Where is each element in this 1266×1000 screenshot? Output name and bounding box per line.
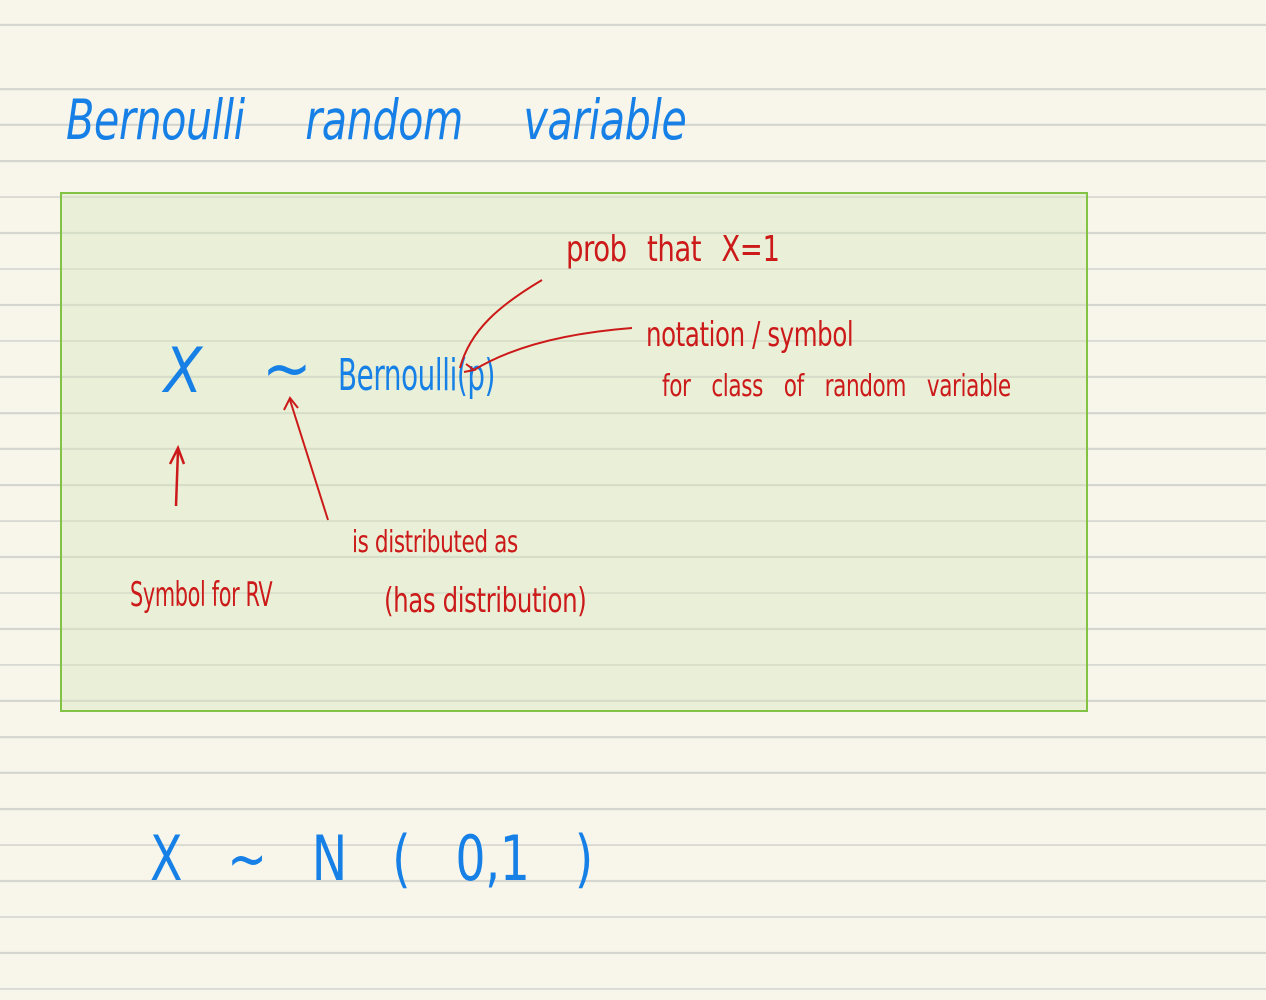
annotation-has-distribution: (has distribution): [384, 581, 587, 621]
random-variable-symbol: X: [164, 334, 202, 407]
bernoulli-notation: Bernoulli(p): [338, 350, 496, 401]
annotation-symbol-for-rv: Symbol for RV: [130, 575, 273, 615]
annotation-prob-x-equals-1: prob that X=1: [566, 229, 780, 270]
page-title: Bernoulli random variable: [66, 87, 687, 152]
annotation-notation-symbol: notation / symbol: [646, 315, 854, 355]
distributed-as-symbol: ~: [262, 330, 312, 407]
annotation-class-of-rv: for class of random variable: [662, 369, 1011, 404]
normal-distribution-example: X ~ N ( 0,1 ): [150, 822, 593, 895]
definition-box: [60, 192, 1088, 712]
annotation-distributed-as: is distributed as: [352, 525, 518, 560]
